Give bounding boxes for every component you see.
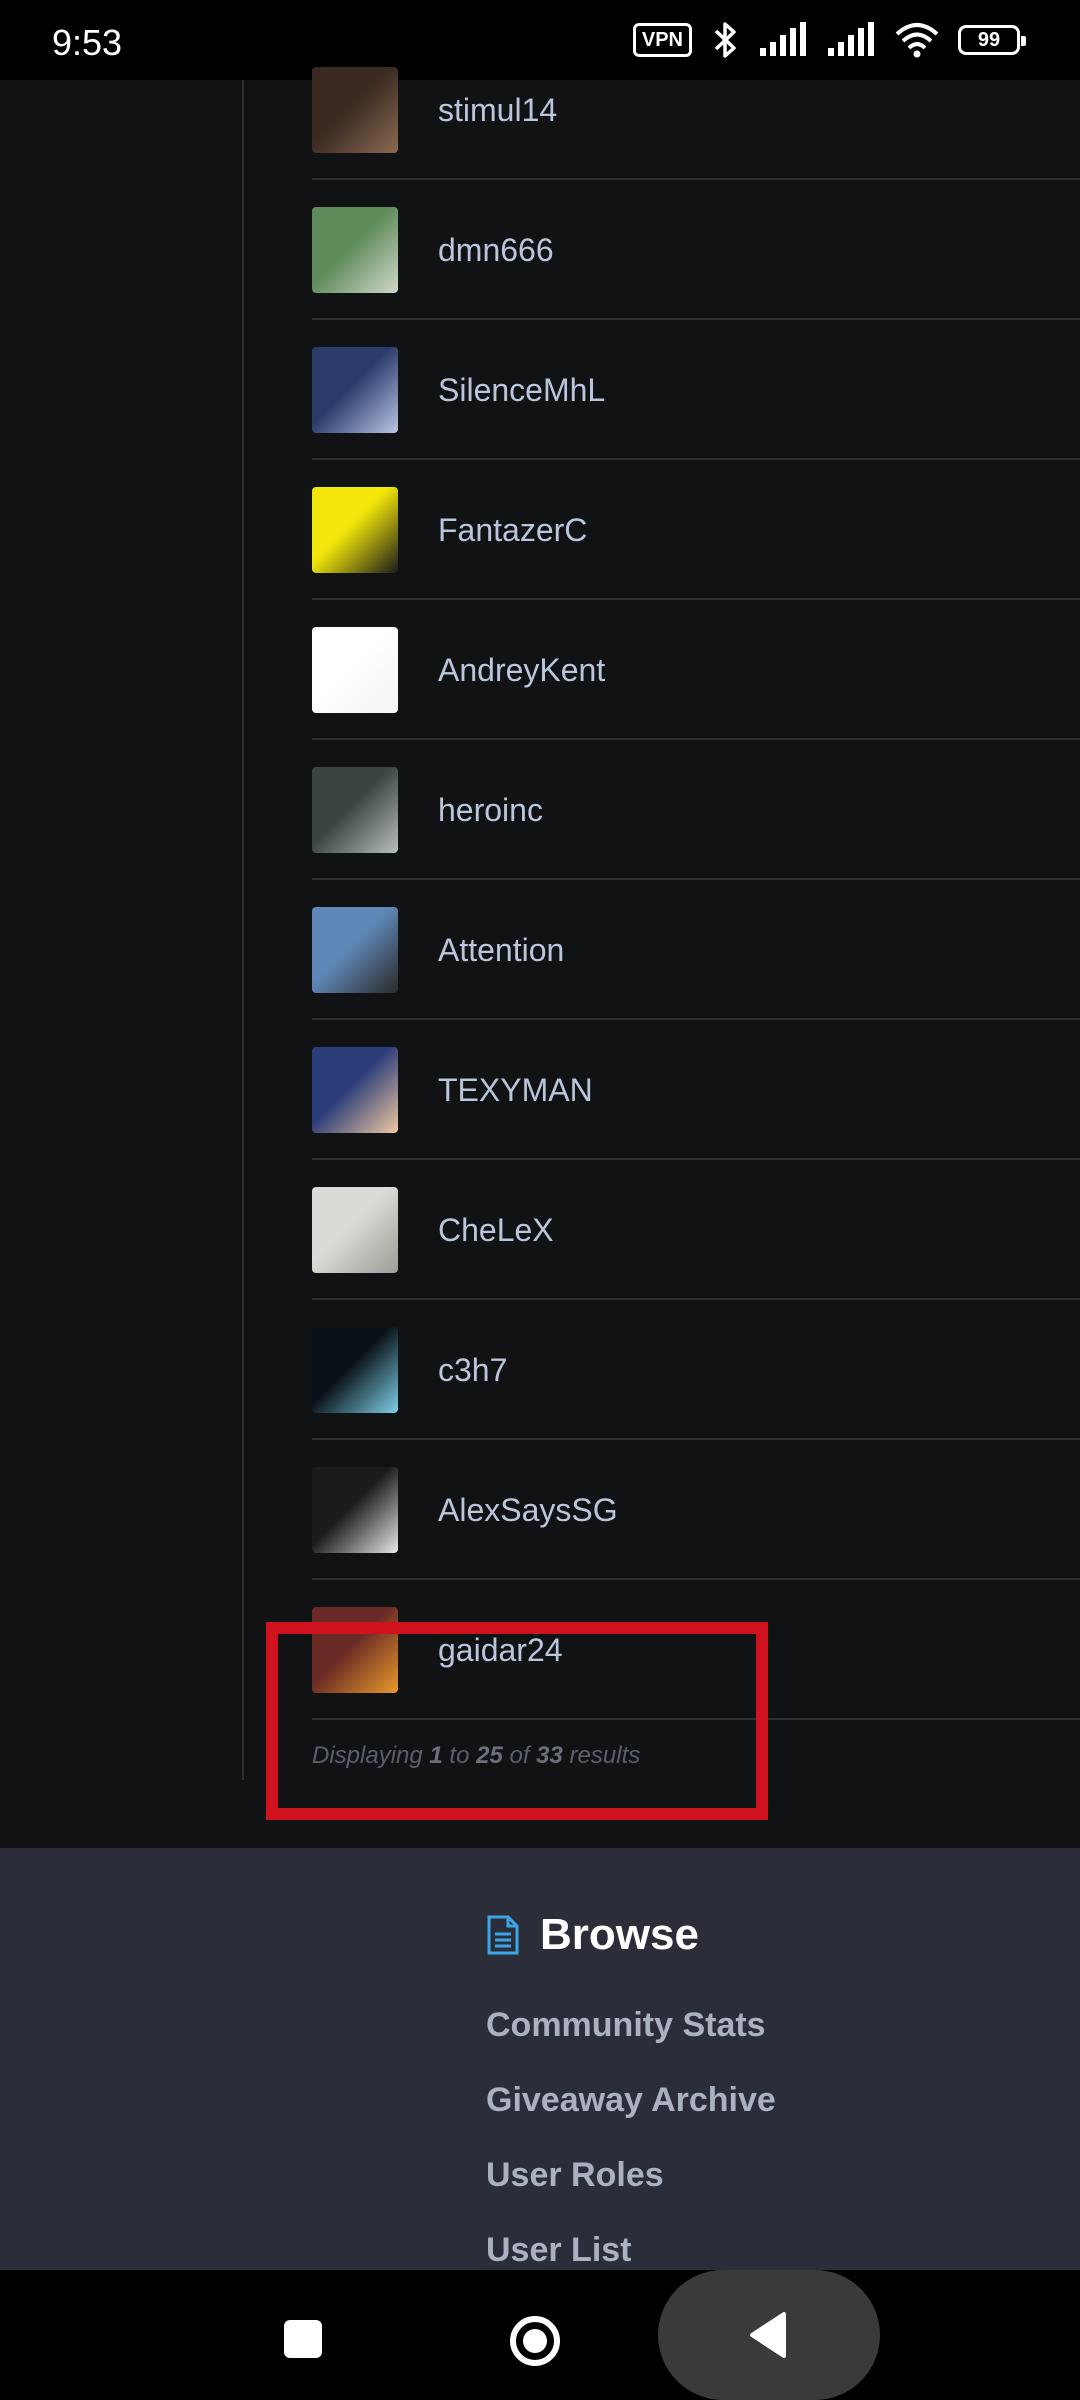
username-link[interactable]: dmn666 [438,232,554,269]
username-link[interactable]: c3h7 [438,1352,507,1389]
back-button[interactable] [658,2270,880,2400]
footer-link-giveaway-archive[interactable]: Giveaway Archive [486,2081,776,2120]
username-link[interactable]: heroinc [438,792,543,829]
user-row[interactable]: stimul14 [312,40,1080,180]
document-icon [487,1915,519,1955]
page-content: stimul14 dmn666 SilenceMhL FantazerC AndreyK… [0,67,1080,1848]
footer-links: Community Stats Giveaway Archive User Ro… [486,2006,776,2306]
pagination-total: 33 [536,1742,563,1769]
user-row[interactable]: SilenceMhL [312,320,1080,460]
browse-title: Browse [540,1910,699,1959]
user-row[interactable]: AlexSaysSG [312,1440,1080,1580]
column-divider [242,80,244,1780]
user-avatar[interactable] [312,767,398,853]
user-avatar[interactable] [312,1047,398,1133]
user-row[interactable]: c3h7 [312,1300,1080,1440]
home-button[interactable] [508,2314,562,2368]
pagination-of-word: of [509,1742,530,1769]
footer-link-user-list[interactable]: User List [486,2231,776,2270]
user-avatar[interactable] [312,1327,398,1413]
system-nav-bar [0,2270,1080,2400]
footer-link-user-roles[interactable]: User Roles [486,2156,776,2195]
user-row[interactable]: gaidar24 [312,1580,1080,1720]
user-row[interactable]: dmn666 [312,180,1080,320]
pagination-to-word: to [449,1742,470,1769]
status-time: 9:53 [52,22,123,63]
row-divider [312,1718,1080,1720]
pagination-summary: Displaying 1 to 25 of 33 results [312,1742,640,1770]
recents-button[interactable] [284,2320,322,2358]
username-link[interactable]: FantazerC [438,512,587,549]
back-triangle-icon [750,2312,786,2358]
user-row[interactable]: AndreyKent [312,600,1080,740]
user-row[interactable]: TEXYMAN [312,1020,1080,1160]
username-link[interactable]: AlexSaysSG [438,1492,618,1529]
pagination-from: 1 [429,1742,443,1769]
user-avatar[interactable] [312,907,398,993]
user-avatar[interactable] [312,1467,398,1553]
username-link[interactable]: gaidar24 [438,1632,563,1669]
username-link[interactable]: AndreyKent [438,652,605,689]
user-avatar[interactable] [312,627,398,713]
user-row[interactable]: heroinc [312,740,1080,880]
username-link[interactable]: SilenceMhL [438,372,605,409]
user-avatar[interactable] [312,347,398,433]
user-avatar[interactable] [312,67,398,153]
username-link[interactable]: CheLeX [438,1212,554,1249]
user-avatar[interactable] [312,1187,398,1273]
pagination-prefix: Displaying [312,1742,423,1769]
pagination-to: 25 [476,1742,503,1769]
pagination-suffix: results [569,1742,641,1769]
footer: Browse Community Stats Giveaway Archive … [0,1848,1080,2270]
user-avatar[interactable] [312,487,398,573]
user-avatar[interactable] [312,1607,398,1693]
footer-link-community-stats[interactable]: Community Stats [486,2006,776,2045]
username-link[interactable]: stimul14 [438,92,557,129]
user-row[interactable]: CheLeX [312,1160,1080,1300]
user-avatar[interactable] [312,207,398,293]
user-row[interactable]: FantazerC [312,460,1080,600]
browse-heading: Browse [486,1910,699,1960]
username-link[interactable]: Attention [438,932,564,969]
username-link[interactable]: TEXYMAN [438,1072,593,1109]
user-row[interactable]: Attention [312,880,1080,1020]
